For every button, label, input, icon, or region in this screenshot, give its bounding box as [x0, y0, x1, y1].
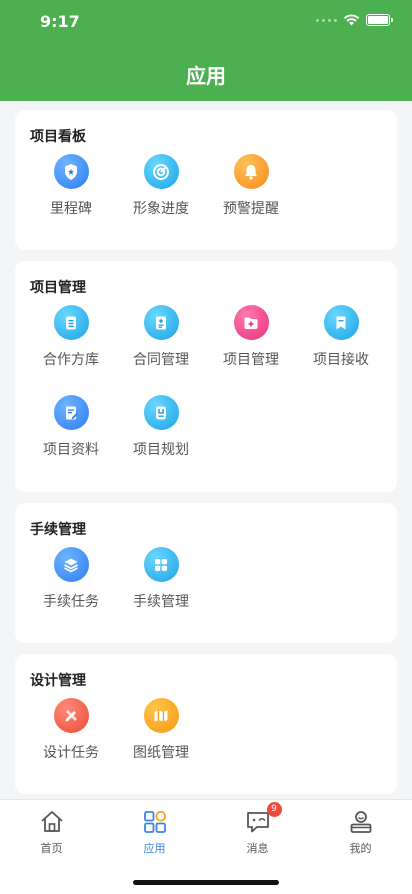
map-icon: [143, 698, 179, 733]
item-label: 合同管理: [133, 352, 189, 368]
item-label: 项目接收: [313, 352, 369, 368]
item-label: 预警提醒: [223, 201, 279, 217]
home-icon: [38, 808, 66, 836]
tab-profile[interactable]: 我的: [309, 808, 412, 856]
tab-label: 首页: [40, 842, 63, 855]
section-design-management: 设计管理 设计任务 图纸管理: [15, 654, 397, 794]
status-icons: [316, 14, 393, 26]
tab-messages[interactable]: 9 消息: [206, 802, 309, 856]
app-project-receive[interactable]: 项目接收: [296, 305, 386, 369]
section-title: 设计管理: [30, 673, 86, 689]
section-project-board: 项目看板 里程碑 形象进度 预警提醒: [15, 110, 397, 250]
signal-icon: [316, 18, 337, 22]
section-title: 项目看板: [30, 129, 86, 145]
section-title: 项目管理: [30, 280, 86, 296]
layers-icon: [53, 547, 89, 582]
design-tools-icon: [53, 698, 89, 733]
app-contract-management[interactable]: 合同管理: [116, 305, 206, 369]
unread-badge: 9: [266, 802, 282, 817]
item-label: 项目管理: [223, 352, 279, 368]
app-design-tasks[interactable]: 设计任务: [26, 698, 116, 762]
target-icon: [143, 154, 179, 189]
apps-icon: [141, 808, 169, 836]
tab-label: 应用: [143, 842, 166, 855]
app-project-planning[interactable]: 项目规划: [116, 395, 206, 459]
document-edit-icon: [53, 395, 89, 430]
item-label: 形象进度: [133, 201, 189, 217]
app-image-progress[interactable]: 形象进度: [116, 154, 206, 218]
item-label: 图纸管理: [133, 745, 189, 761]
app-milestone[interactable]: 里程碑: [26, 154, 116, 218]
battery-icon: [366, 14, 393, 26]
section-title: 手续管理: [30, 522, 86, 538]
home-indicator[interactable]: [133, 880, 279, 885]
app-partner-library[interactable]: 合作方库: [26, 305, 116, 369]
status-time: 9:17: [40, 12, 80, 31]
clipboard-icon: [53, 305, 89, 340]
grid-icon: [143, 547, 179, 582]
app-project-management[interactable]: 项目管理: [206, 305, 296, 369]
app-drawing-management[interactable]: 图纸管理: [116, 698, 206, 762]
page-title: 应用: [186, 64, 226, 88]
item-label: 手续管理: [133, 594, 189, 610]
app-project-documents[interactable]: 项目资料: [26, 395, 116, 459]
planning-icon: [143, 395, 179, 430]
contract-icon: [143, 305, 179, 340]
tab-label: 我的: [349, 842, 372, 855]
item-label: 里程碑: [50, 201, 92, 217]
item-label: 设计任务: [43, 745, 99, 761]
bell-icon: [233, 154, 269, 189]
item-label: 项目资料: [43, 442, 99, 458]
app-procedure-management[interactable]: 手续管理: [116, 547, 206, 611]
tab-home[interactable]: 首页: [0, 808, 103, 856]
folder-add-icon: [233, 305, 269, 340]
app-procedure-tasks[interactable]: 手续任务: [26, 547, 116, 611]
tab-apps[interactable]: 应用: [103, 808, 206, 856]
app-warning-reminder[interactable]: 预警提醒: [206, 154, 296, 218]
message-icon: 9: [244, 802, 282, 836]
user-icon: [347, 808, 375, 836]
item-label: 项目规划: [133, 442, 189, 458]
wifi-icon: [343, 14, 360, 26]
app-header: 9:17 应用: [0, 0, 412, 101]
bookmark-icon: [323, 305, 359, 340]
tab-label: 消息: [246, 842, 269, 855]
section-project-management: 项目管理 合作方库 合同管理 项目管理 项目接收 项目资料 项目规划: [15, 261, 397, 492]
item-label: 手续任务: [43, 594, 99, 610]
section-procedure-management: 手续管理 手续任务 手续管理: [15, 503, 397, 643]
status-bar: 9:17: [0, 0, 412, 44]
item-label: 合作方库: [43, 352, 99, 368]
shield-icon: [53, 154, 89, 189]
